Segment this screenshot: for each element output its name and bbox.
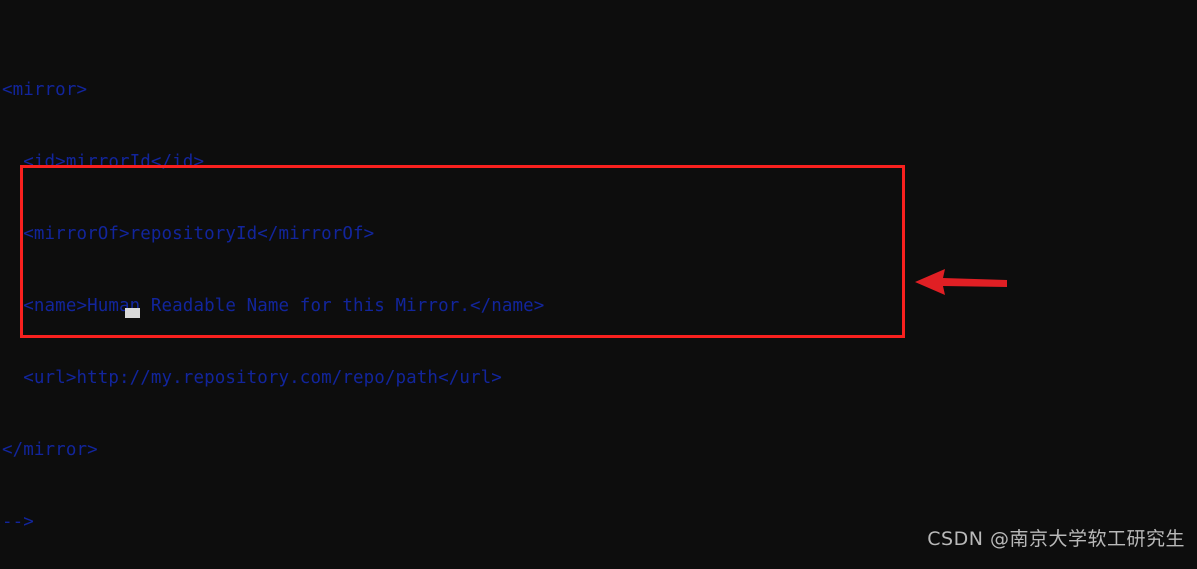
code-line-comment-mirrorof: <mirrorOf>repositoryId</mirrorOf> [0, 222, 1197, 246]
code-line-comment-url: <url>http://my.repository.com/repo/path<… [0, 366, 1197, 390]
comment-text: --> [2, 512, 34, 532]
red-arrow-annotation [915, 269, 1007, 295]
code-line-comment-mirror-close: </mirror> [0, 438, 1197, 462]
comment-text: <mirror> [2, 80, 88, 100]
csdn-watermark: CSDN @南京大学软工研究生 [927, 528, 1185, 550]
comment-text: <id>mirrorId</id> [2, 152, 205, 172]
comment-text: <mirrorOf>repositoryId</mirrorOf> [2, 224, 375, 244]
comment-text: </mirror> [2, 440, 98, 460]
code-editor-screenshot: <mirror> <id>mirrorId</id> <mirrorOf>rep… [0, 0, 1197, 569]
text-cursor [125, 308, 140, 318]
code-line-comment-name: <name>Human Readable Name for this Mirro… [0, 294, 1197, 318]
comment-text: <url>http://my.repository.com/repo/path<… [2, 368, 502, 388]
code-line-comment-id: <id>mirrorId</id> [0, 150, 1197, 174]
code-line-comment-mirror-open: <mirror> [0, 78, 1197, 102]
xml-code-content[interactable]: <mirror> <id>mirrorId</id> <mirrorOf>rep… [0, 0, 1197, 569]
comment-text: <name>Human Readable Name for this Mirro… [2, 296, 545, 316]
